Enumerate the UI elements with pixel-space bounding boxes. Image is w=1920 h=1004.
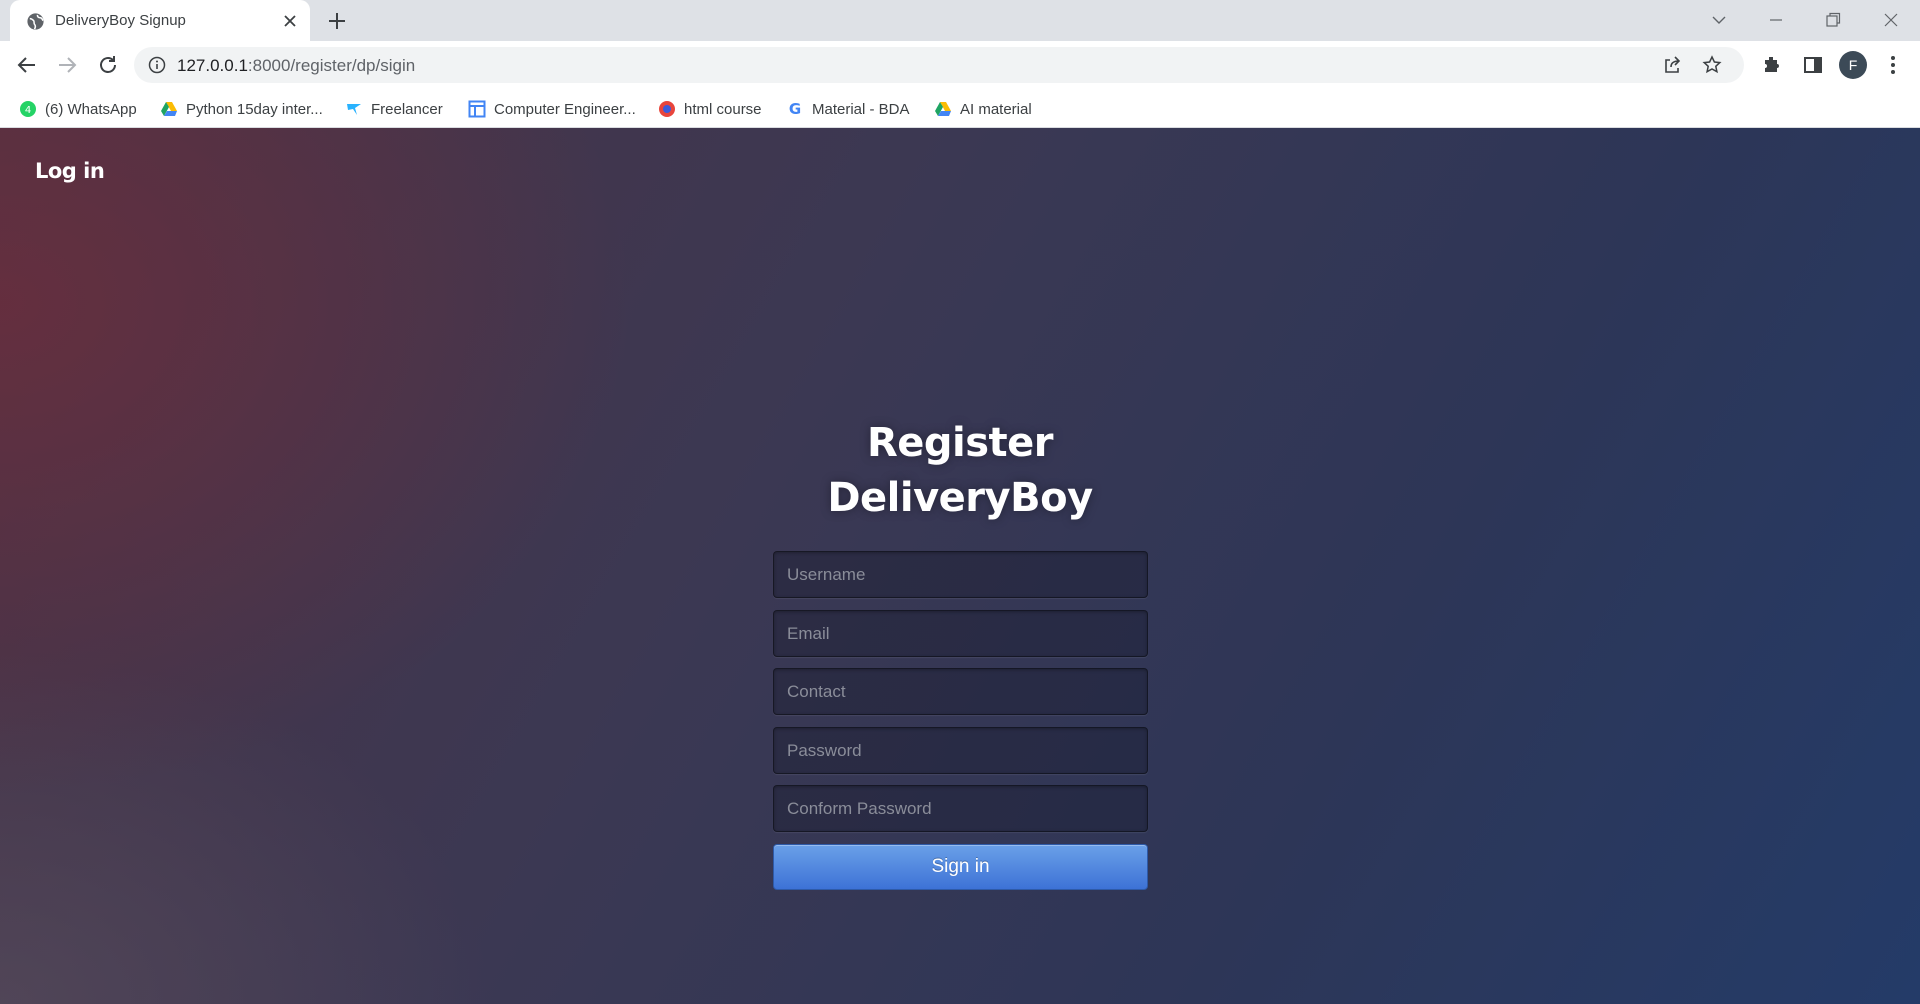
restore-icon[interactable] <box>1821 8 1845 32</box>
close-tab-icon[interactable] <box>282 13 298 29</box>
bookmark-label: AI material <box>960 100 1032 118</box>
page-viewport: Log in Register DeliveryBoy Sign in <box>0 128 1920 1004</box>
address-bar[interactable]: 127.0.0.1:8000/register/dp/sigin <box>134 47 1744 83</box>
title-line-deliveryboy: DeliveryBoy <box>827 475 1093 521</box>
email-input[interactable] <box>773 610 1148 657</box>
site-info-icon[interactable] <box>148 56 166 74</box>
new-tab-icon[interactable] <box>326 10 348 32</box>
bookmark-ai-material[interactable]: AI material <box>934 98 1032 120</box>
confirm-password-input[interactable] <box>773 785 1148 832</box>
side-panel-icon[interactable] <box>1801 53 1825 77</box>
tab-search-icon[interactable] <box>1707 8 1731 32</box>
menu-kebab-icon[interactable] <box>1881 53 1905 77</box>
profile-avatar[interactable]: F <box>1839 51 1867 79</box>
username-input[interactable] <box>773 551 1148 598</box>
bookmark-label: html course <box>684 100 762 118</box>
share-icon[interactable] <box>1662 55 1682 75</box>
google-drive-icon <box>161 102 177 116</box>
tab-strip: DeliveryBoy Signup <box>0 0 1920 41</box>
contact-input[interactable] <box>773 668 1148 715</box>
minimize-icon[interactable] <box>1764 8 1788 32</box>
password-input[interactable] <box>773 727 1148 774</box>
google-icon: G <box>789 100 801 118</box>
google-drive-icon <box>935 102 951 116</box>
bookmark-star-icon[interactable] <box>1702 55 1722 75</box>
back-icon[interactable] <box>15 53 39 77</box>
tab-active[interactable]: DeliveryBoy Signup <box>10 0 310 41</box>
course-icon <box>659 101 675 117</box>
bookmark-html-course[interactable]: html course <box>658 98 762 120</box>
svg-text:G: G <box>789 100 801 118</box>
page-title: Register DeliveryBoy <box>660 416 1260 526</box>
close-window-icon[interactable] <box>1879 8 1903 32</box>
forward-icon[interactable] <box>55 53 79 77</box>
reload-icon[interactable] <box>96 53 120 77</box>
bookmark-python[interactable]: Python 15day inter... <box>160 98 323 120</box>
browser-toolbar: 127.0.0.1:8000/register/dp/sigin F <box>0 41 1920 89</box>
bookmark-label: Freelancer <box>371 100 443 118</box>
bookmark-label: Material - BDA <box>812 100 910 118</box>
sign-in-button[interactable]: Sign in <box>773 844 1148 890</box>
bookmarks-bar: 4 (6) WhatsApp Python 15day inter... Fre… <box>0 89 1920 128</box>
bookmark-label: (6) WhatsApp <box>45 100 137 118</box>
title-line-register: Register <box>866 420 1054 466</box>
bookmark-computer-engineer[interactable]: Computer Engineer... <box>468 98 636 120</box>
layout-icon <box>468 100 486 118</box>
bookmark-freelancer[interactable]: Freelancer <box>345 98 443 120</box>
bookmark-material-bda[interactable]: G Material - BDA <box>786 98 910 120</box>
tab-title: DeliveryBoy Signup <box>55 12 186 29</box>
extensions-icon[interactable] <box>1760 53 1784 77</box>
bookmark-whatsapp[interactable]: 4 (6) WhatsApp <box>19 98 137 120</box>
url-text[interactable]: 127.0.0.1:8000/register/dp/sigin <box>177 56 415 76</box>
login-link[interactable]: Log in <box>35 159 105 183</box>
bookmark-label: Computer Engineer... <box>494 100 636 118</box>
bookmark-label: Python 15day inter... <box>186 100 323 118</box>
svg-text:4: 4 <box>25 105 31 116</box>
freelancer-icon <box>347 104 361 115</box>
url-path: :8000/register/dp/sigin <box>247 56 416 75</box>
whatsapp-icon: 4 <box>20 101 36 117</box>
globe-icon <box>27 13 44 30</box>
url-host: 127.0.0.1 <box>177 56 248 75</box>
